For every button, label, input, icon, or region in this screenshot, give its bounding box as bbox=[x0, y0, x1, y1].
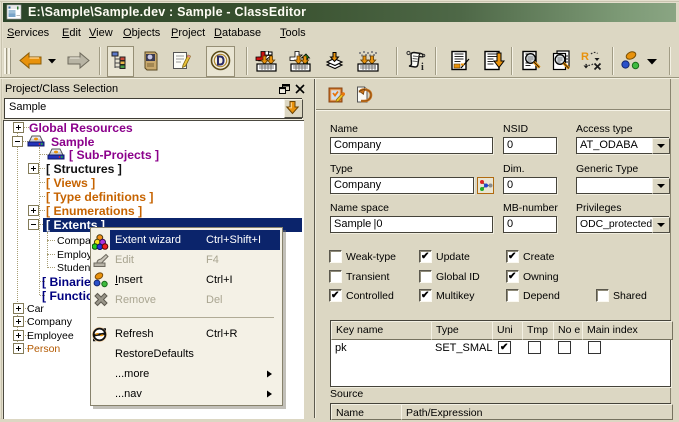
svg-text:R: R bbox=[581, 51, 589, 63]
svg-text:i: i bbox=[421, 62, 424, 72]
